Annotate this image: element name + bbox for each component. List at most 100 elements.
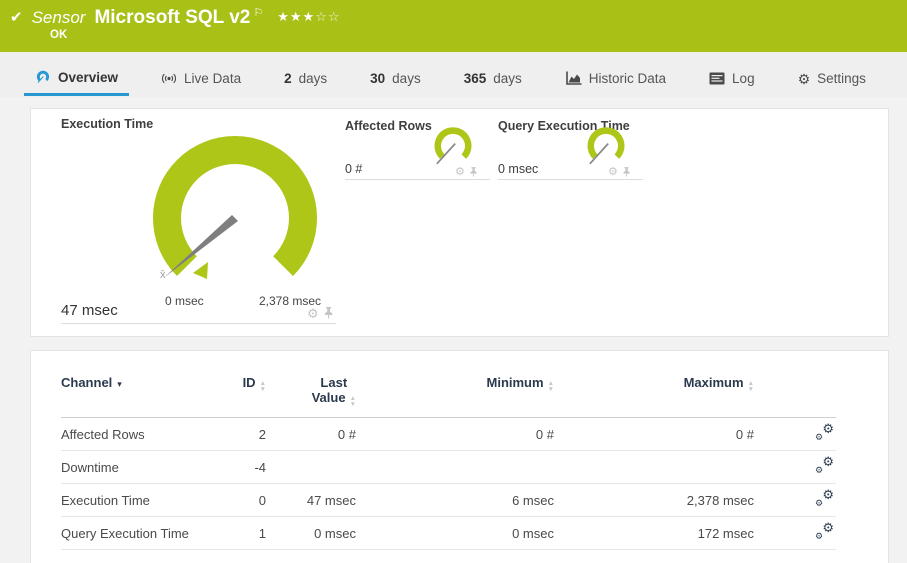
channel-settings-gears-icon[interactable]: ⚙ ⚙ xyxy=(815,454,834,475)
column-label: Channel xyxy=(61,375,113,390)
pin-icon[interactable] xyxy=(622,166,631,178)
tab-number: 365 xyxy=(463,71,487,86)
tab-overview[interactable]: Overview xyxy=(24,61,130,96)
pin-icon[interactable] xyxy=(469,166,478,178)
tab-365-days[interactable]: 365 days xyxy=(453,61,533,96)
channel-table-panel: Channel ▾ ID ▲ ▼ Last Value ▲ ▼ Minimum ▲ ▼ Maxi… xyxy=(30,350,889,563)
channel-last-value xyxy=(266,450,356,484)
flag-icon[interactable]: ⚐ xyxy=(253,6,263,19)
object-kind-label: Sensor xyxy=(31,8,86,27)
query-execution-time-gauge xyxy=(587,127,625,165)
pin-icon[interactable] xyxy=(323,306,334,320)
column-label: ID xyxy=(242,375,256,390)
tab-settings[interactable]: ⚙ Settings xyxy=(787,61,877,96)
gauge-current-value: 47 msec xyxy=(61,302,118,319)
tab-label: Overview xyxy=(58,69,119,85)
gauge-min-label: 0 msec xyxy=(165,294,204,308)
sort-icon: ▲ ▼ xyxy=(747,380,754,393)
tab-label: days xyxy=(392,71,421,86)
channel-minimum: 6 msec xyxy=(356,483,554,517)
gauge-current-value: 0 msec xyxy=(498,162,539,176)
table-row: Affected Rows 2 0 # 0 # 0 # ⚙ ⚙ xyxy=(61,417,836,451)
status-check-icon: ✔ xyxy=(10,9,23,26)
column-header-maximum[interactable]: Maximum ▲ ▼ xyxy=(554,375,754,418)
affected-rows-gauge xyxy=(434,127,472,165)
table-row: Query Execution Time 1 0 msec 0 msec 172… xyxy=(61,516,836,550)
tab-label: days xyxy=(493,71,522,86)
execution-time-gauge xyxy=(152,135,318,279)
gauge-current-value: 0 # xyxy=(345,162,363,176)
column-header-id[interactable]: ID ▲ ▼ xyxy=(231,375,266,418)
content-area: Execution Time x̄ 0 msec 2,378 msec 47 m… xyxy=(0,97,907,563)
stars-empty: ☆☆ xyxy=(315,9,341,24)
gauge-average-marker: x̄ xyxy=(160,269,166,281)
channel-last-value: 0 # xyxy=(266,417,356,451)
channel-name[interactable]: Downtime xyxy=(61,450,231,484)
column-label: Minimum xyxy=(486,375,544,390)
broadcast-icon xyxy=(162,73,177,84)
channel-name[interactable]: Query Execution Time xyxy=(61,516,231,550)
gear-icon: ⚙ xyxy=(797,70,811,87)
table-row: Downtime -4 ⚙ ⚙ xyxy=(61,450,836,484)
channel-settings-gears-icon[interactable]: ⚙ ⚙ xyxy=(815,520,834,541)
tab-log[interactable]: Log xyxy=(698,61,766,96)
channel-settings-gears-icon[interactable]: ⚙ ⚙ xyxy=(815,421,834,442)
table-row: Execution Time 0 47 msec 6 msec 2,378 ms… xyxy=(61,483,836,517)
tab-historic-data[interactable]: Historic Data xyxy=(554,61,677,96)
tab-label: Log xyxy=(732,71,755,86)
channel-settings-gears-icon[interactable]: ⚙ ⚙ xyxy=(815,487,834,508)
column-label: Last xyxy=(320,375,348,390)
tab-live-data[interactable]: Live Data xyxy=(150,61,252,96)
channel-minimum: 0 # xyxy=(356,417,554,451)
sort-icon: ▲ ▼ xyxy=(259,380,266,393)
tab-2-days[interactable]: 2 days xyxy=(273,61,338,96)
gauge-settings-gear-icon[interactable]: ⚙ xyxy=(455,166,465,178)
column-label: Value xyxy=(311,390,346,405)
gauge-settings-gear-icon[interactable]: ⚙ xyxy=(307,307,319,320)
column-header-channel[interactable]: Channel ▾ xyxy=(61,375,231,418)
gauge-icon xyxy=(36,70,50,83)
sensor-header: ✔ Sensor Microsoft SQL v2 ⚐ ★★★☆☆ OK xyxy=(0,0,907,52)
column-header-last-value[interactable]: Last Value ▲ ▼ xyxy=(266,375,356,418)
tab-30-days[interactable]: 30 days xyxy=(359,61,432,96)
tab-bar: Overview Live Data 2 days 30 days 365 da… xyxy=(0,52,907,97)
tab-number: 30 xyxy=(370,71,386,86)
channel-maximum: 172 msec xyxy=(554,516,754,550)
sensor-title: Microsoft SQL v2 xyxy=(94,7,251,28)
tab-label: Settings xyxy=(817,71,866,86)
tab-label: Historic Data xyxy=(588,71,667,86)
sort-icon: ▲ ▼ xyxy=(349,395,356,408)
divider xyxy=(345,179,490,180)
channel-maximum xyxy=(554,450,754,484)
channel-last-value: 47 msec xyxy=(266,483,356,517)
channel-name[interactable]: Affected Rows xyxy=(61,417,231,451)
gauges-panel: Execution Time x̄ 0 msec 2,378 msec 47 m… xyxy=(30,108,889,337)
gauge-current-marker xyxy=(193,262,208,279)
channel-id: 1 xyxy=(231,516,266,550)
channel-maximum: 2,378 msec xyxy=(554,483,754,517)
log-icon xyxy=(709,72,725,85)
status-badge: OK xyxy=(50,29,68,41)
column-header-minimum[interactable]: Minimum ▲ ▼ xyxy=(356,375,554,418)
tab-label: Live Data xyxy=(184,71,242,86)
divider xyxy=(498,179,643,180)
channel-last-value: 0 msec xyxy=(266,516,356,550)
stars-filled: ★★★ xyxy=(277,9,316,24)
column-label: Maximum xyxy=(683,375,744,390)
chevron-down-icon: ▾ xyxy=(117,379,122,389)
sort-icon: ▲ ▼ xyxy=(547,380,554,393)
channel-table: Channel ▾ ID ▲ ▼ Last Value ▲ ▼ Minimum ▲ ▼ Maxi… xyxy=(61,375,836,550)
channel-maximum: 0 # xyxy=(554,417,754,451)
channel-minimum xyxy=(356,450,554,484)
tab-label: days xyxy=(298,71,328,86)
priority-stars[interactable]: ★★★☆☆ xyxy=(277,9,340,25)
divider xyxy=(61,323,336,324)
area-chart-icon xyxy=(565,71,582,85)
gauge-title-affected-rows: Affected Rows xyxy=(345,119,432,133)
channel-id: -4 xyxy=(231,450,266,484)
channel-name[interactable]: Execution Time xyxy=(61,483,231,517)
gauge-settings-gear-icon[interactable]: ⚙ xyxy=(608,166,618,178)
tab-number: 2 xyxy=(284,71,292,86)
channel-id: 2 xyxy=(231,417,266,451)
channel-minimum: 0 msec xyxy=(356,516,554,550)
